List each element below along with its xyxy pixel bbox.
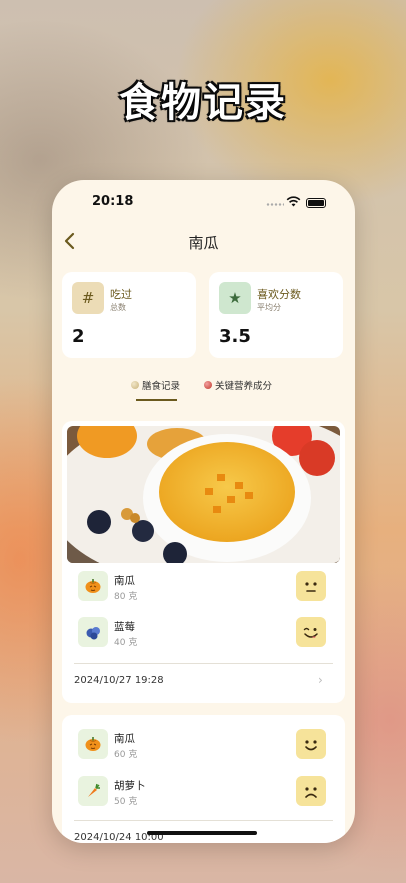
tab-label: 膳食记录: [142, 381, 181, 392]
blueberry-icon: [78, 617, 108, 647]
list-item[interactable]: 胡萝卜 50 克: [78, 776, 333, 810]
nav-bar: 南瓜: [52, 230, 355, 254]
stat-label: 喜欢分数: [257, 288, 301, 301]
neutral-face-icon[interactable]: [296, 571, 326, 601]
tab-bar: 膳食记录 关键营养成分: [52, 378, 355, 404]
food-quantity: 40 克: [114, 638, 138, 648]
pumpkin-icon: [78, 571, 108, 601]
divider: [74, 663, 333, 664]
food-quantity: 60 克: [114, 750, 138, 760]
food-name: 蓝莓: [114, 621, 135, 633]
battery-icon: [306, 198, 326, 208]
tab-key-nutrients[interactable]: 关键营养成分: [204, 378, 272, 392]
meal-record-card[interactable]: 南瓜 80 克 蓝莓 40 克 2024/10/27 19:28 ›: [62, 421, 345, 703]
page-title: 南瓜: [188, 234, 219, 252]
wifi-icon: [286, 196, 301, 207]
nutrient-icon: [204, 381, 212, 389]
meal-record-card[interactable]: 南瓜 60 克 胡萝卜 50 克 2024/10/24 10:00: [62, 715, 345, 843]
list-item[interactable]: 南瓜 60 克: [78, 729, 333, 763]
tab-label: 关键营养成分: [215, 381, 273, 392]
stat-label: 吃过: [110, 288, 132, 301]
stat-sublabel: 平均分: [257, 303, 281, 312]
status-time: 20:18: [92, 194, 134, 209]
active-tab-indicator: [136, 399, 177, 401]
food-name: 胡萝卜: [114, 780, 146, 792]
signal-dots-icon: [266, 203, 284, 206]
food-photo: [67, 426, 340, 563]
food-quantity: 50 克: [114, 797, 138, 807]
list-item[interactable]: 蓝莓 40 克: [78, 617, 333, 651]
food-name: 南瓜: [114, 575, 135, 587]
tab-meal-records[interactable]: 膳食记录: [131, 378, 180, 392]
yum-face-icon[interactable]: [296, 617, 326, 647]
bowl-icon: [131, 381, 139, 389]
divider: [74, 820, 333, 821]
stat-sublabel: 总数: [110, 303, 126, 312]
stat-value: 2: [72, 326, 85, 347]
hash-icon: #: [72, 282, 104, 314]
food-quantity: 80 克: [114, 592, 138, 602]
star-icon: ★: [219, 282, 251, 314]
sad-face-icon[interactable]: [296, 776, 326, 806]
status-bar: 20:18: [52, 194, 355, 214]
phone-screen: 20:18 南瓜 # 吃过 总数 2 ★ 喜欢分数 平均分 3.5 膳食记录 关…: [52, 180, 355, 843]
home-indicator[interactable]: [147, 831, 257, 835]
list-item[interactable]: 南瓜 80 克: [78, 571, 333, 605]
stat-card-eaten: # 吃过 总数 2: [62, 272, 196, 358]
chevron-right-icon: ›: [318, 673, 323, 687]
hero-title: 食物记录: [119, 80, 287, 126]
food-name: 南瓜: [114, 733, 135, 745]
carrot-icon: [78, 776, 108, 806]
stat-card-like-score: ★ 喜欢分数 平均分 3.5: [209, 272, 343, 358]
record-datetime: 2024/10/27 19:28: [74, 675, 164, 686]
stat-value: 3.5: [219, 326, 251, 347]
pumpkin-icon: [78, 729, 108, 759]
happy-face-icon[interactable]: [296, 729, 326, 759]
